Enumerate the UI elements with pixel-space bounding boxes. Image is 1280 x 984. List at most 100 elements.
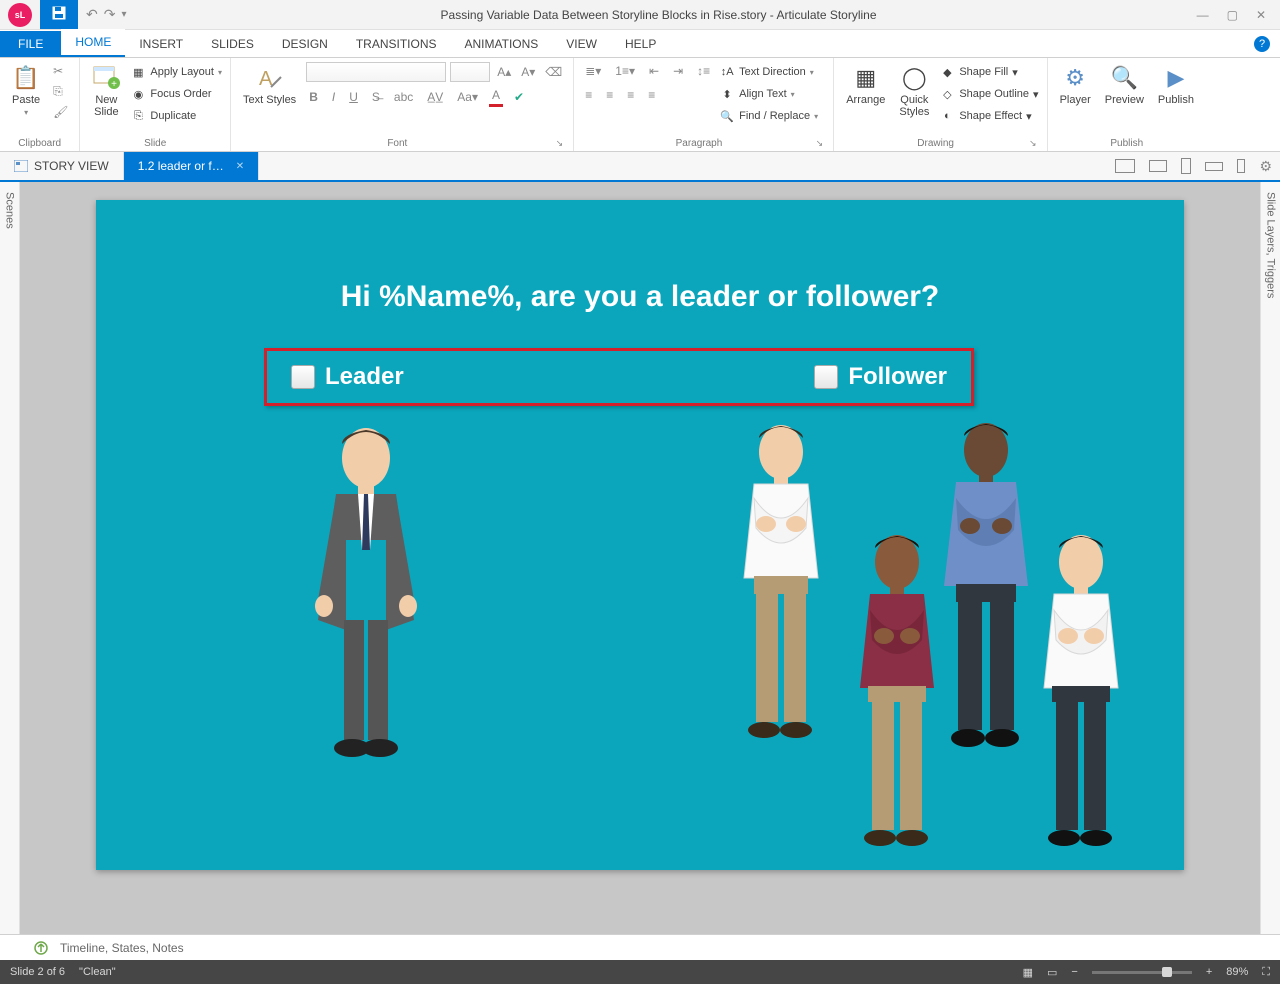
shape-outline-button[interactable]: ◇Shape Outline ▾ [939, 84, 1038, 104]
slide-heading[interactable]: Hi %Name%, are you a leader or follower? [96, 280, 1184, 314]
single-view-icon[interactable]: ▭ [1047, 966, 1057, 979]
group-font: A Text Styles A▴ A▾ ⌫ B I U S̶ abc [231, 58, 574, 151]
bullets-icon[interactable]: ≣▾ [582, 62, 604, 80]
italic-icon[interactable]: I [329, 88, 338, 106]
ribbon-tabs: FILE HOME INSERT SLIDES DESIGN TRANSITIO… [0, 30, 1280, 58]
cut-icon[interactable]: ✂ [50, 62, 71, 80]
close-icon[interactable]: ✕ [1256, 8, 1266, 22]
tab-transitions[interactable]: TRANSITIONS [342, 31, 451, 57]
case-icon[interactable]: Aa▾ [454, 88, 481, 106]
phone-landscape-icon[interactable] [1205, 162, 1223, 171]
follower-checkbox[interactable] [814, 365, 838, 389]
slide-tab[interactable]: 1.2 leader or f… ✕ [124, 152, 259, 180]
font-size-select[interactable] [450, 62, 490, 82]
align-text-icon: ⬍ [719, 86, 735, 102]
tab-animations[interactable]: ANIMATIONS [451, 31, 553, 57]
layers-panel-collapsed[interactable]: Slide Layers, Triggers [1260, 182, 1280, 934]
new-slide-button[interactable]: + New Slide [88, 62, 124, 120]
player-button[interactable]: ⚙Player [1056, 62, 1095, 108]
text-direction-button[interactable]: ↕AText Direction ▾ [719, 62, 818, 82]
options-selection-box[interactable]: Leader Follower [264, 348, 974, 406]
leader-character[interactable] [286, 420, 446, 770]
fit-window-icon[interactable]: ⛶ [1262, 966, 1270, 979]
group-clipboard: 📋 Paste ▾ ✂ ⎘ 🖌 Clipboard [0, 58, 80, 151]
follower-option[interactable]: Follower [814, 363, 947, 391]
bold-icon[interactable]: B [306, 88, 321, 106]
font-family-select[interactable] [306, 62, 446, 82]
find-replace-button[interactable]: 🔍Find / Replace ▾ [719, 106, 818, 126]
zoom-slider[interactable] [1092, 971, 1192, 974]
paste-button[interactable]: 📋 Paste ▾ [8, 62, 44, 119]
strike-icon[interactable]: S̶ [369, 88, 383, 106]
preview-button[interactable]: 🔍Preview [1101, 62, 1148, 108]
tab-home[interactable]: HOME [61, 29, 125, 57]
story-view-tab[interactable]: STORY VIEW [0, 152, 124, 180]
outdent-icon[interactable]: ⇤ [646, 62, 662, 80]
numbering-icon[interactable]: 1≡▾ [612, 62, 638, 80]
clear-format-icon[interactable]: ⌫ [542, 63, 565, 81]
shape-effect-button[interactable]: ◐Shape Effect ▾ [939, 106, 1038, 126]
status-bar: Slide 2 of 6 "Clean" ▦ ▭ − + 89% ⛶ [0, 960, 1280, 984]
font-color-icon[interactable]: A [489, 86, 503, 107]
gear-icon[interactable]: ⚙ [1259, 158, 1272, 175]
duplicate-button[interactable]: ⎘Duplicate [130, 106, 222, 126]
group-drawing: ▦Arrange ◯Quick Styles ◆Shape Fill ▾ ◇Sh… [834, 58, 1047, 151]
slide-canvas[interactable]: Hi %Name%, are you a leader or follower?… [96, 200, 1184, 870]
grid-view-icon[interactable]: ▦ [1023, 966, 1033, 979]
main-area: Scenes Hi %Name%, are you a leader or fo… [0, 182, 1280, 934]
tablet-landscape-icon[interactable] [1149, 160, 1167, 172]
tab-slides[interactable]: SLIDES [197, 31, 268, 57]
tab-insert[interactable]: INSERT [125, 31, 197, 57]
tablet-portrait-icon[interactable] [1181, 158, 1191, 174]
qat-dropdown-icon[interactable]: ▾ [121, 9, 126, 20]
phone-portrait-icon[interactable] [1237, 159, 1245, 173]
timeline-panel-collapsed[interactable]: Timeline, States, Notes [0, 934, 1280, 960]
highlight-icon[interactable]: A̲V̲ [424, 88, 446, 106]
align-text-button[interactable]: ⬍Align Text ▾ [719, 84, 818, 104]
close-tab-icon[interactable]: ✕ [236, 161, 244, 172]
zoom-out-icon[interactable]: − [1071, 966, 1077, 978]
follower-character-3[interactable] [822, 528, 972, 868]
justify-icon[interactable]: ≡ [645, 86, 658, 104]
text-styles-button[interactable]: A Text Styles [239, 62, 300, 108]
align-left-icon[interactable]: ≡ [582, 86, 595, 104]
grow-font-icon[interactable]: A▴ [494, 63, 514, 81]
zoom-in-icon[interactable]: + [1206, 966, 1212, 978]
minimize-icon[interactable]: — [1197, 8, 1209, 22]
line-spacing-icon[interactable]: ↕≡ [694, 62, 713, 80]
redo-icon[interactable]: ↷ [104, 6, 116, 23]
stage[interactable]: Hi %Name%, are you a leader or follower?… [20, 182, 1260, 934]
focus-order-button[interactable]: ◉Focus Order [130, 84, 222, 104]
copy-icon[interactable]: ⎘ [50, 82, 71, 101]
tab-help[interactable]: HELP [611, 31, 670, 57]
underline-icon[interactable]: U [346, 88, 361, 106]
arrange-button[interactable]: ▦Arrange [842, 62, 889, 108]
leader-option[interactable]: Leader [291, 363, 404, 391]
apply-layout-button[interactable]: ▦Apply Layout ▾ [130, 62, 222, 82]
tab-file[interactable]: FILE [0, 31, 61, 57]
help-icon[interactable]: ? [1254, 36, 1270, 52]
follower-character-4[interactable] [1006, 528, 1156, 868]
font-dialog-icon[interactable]: ↘ [556, 138, 566, 149]
align-center-icon[interactable]: ≡ [603, 86, 616, 104]
desktop-preview-icon[interactable] [1115, 159, 1135, 173]
undo-icon[interactable]: ↶ [86, 6, 98, 23]
spellcheck-icon[interactable]: ✔ [511, 88, 527, 106]
drawing-dialog-icon[interactable]: ↘ [1029, 138, 1039, 149]
tab-view[interactable]: VIEW [552, 31, 611, 57]
save-icon[interactable] [48, 4, 70, 25]
align-right-icon[interactable]: ≡ [624, 86, 637, 104]
shape-fill-button[interactable]: ◆Shape Fill ▾ [939, 62, 1038, 82]
shrink-font-icon[interactable]: A▾ [518, 63, 538, 81]
tab-design[interactable]: DESIGN [268, 31, 342, 57]
paragraph-dialog-icon[interactable]: ↘ [816, 138, 826, 149]
indent-icon[interactable]: ⇥ [670, 62, 686, 80]
quick-styles-button[interactable]: ◯Quick Styles [895, 62, 933, 120]
follower-label: Follower [848, 363, 947, 391]
publish-button[interactable]: ▶Publish [1154, 62, 1198, 108]
format-painter-icon[interactable]: 🖌 [50, 103, 71, 121]
maximize-icon[interactable]: ▢ [1227, 8, 1238, 22]
leader-checkbox[interactable] [291, 365, 315, 389]
shadow-icon[interactable]: abc [391, 88, 416, 106]
scenes-panel-collapsed[interactable]: Scenes [0, 182, 20, 934]
